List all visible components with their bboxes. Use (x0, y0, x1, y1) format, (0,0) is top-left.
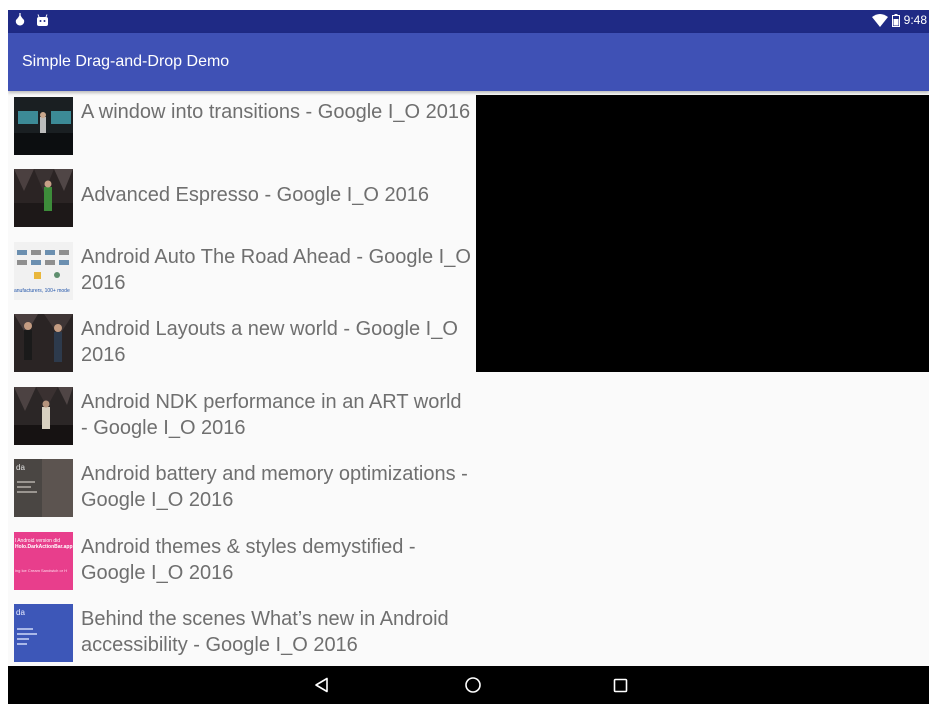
video-title: Android themes & styles demystified - Go… (81, 536, 416, 584)
video-list-item[interactable]: l Android version did Holo.DarkActionBar… (14, 528, 474, 594)
video-list-item[interactable]: Advanced Espresso - Google I_O 2016 (14, 165, 474, 231)
home-circle-icon (465, 677, 481, 693)
battery-icon (891, 13, 900, 27)
pink-slide-icon: l Android version did Holo.DarkActionBar… (14, 532, 73, 590)
recents-square-icon (613, 678, 627, 692)
speakers-icon (14, 314, 73, 372)
status-bar: 9:48 (8, 10, 929, 33)
android-robot-icon (37, 13, 48, 26)
blue-slide-icon: da (14, 604, 73, 662)
video-title: Android battery and memory optimizations… (81, 463, 468, 511)
video-list-item[interactable]: anufacturers, 100+ mode Android Auto The… (14, 238, 474, 304)
thumb-caption: ing Ice Cream Sandwich or H (15, 568, 68, 573)
video-title: A window into transitions - Google I_O 2… (81, 101, 471, 123)
video-player-drop-target[interactable] (476, 95, 929, 372)
video-list[interactable]: A window into transitions - Google I_O 2… (8, 93, 476, 666)
video-list-item[interactable]: A window into transitions - Google I_O 2… (14, 93, 474, 159)
app-bar: Simple Drag-and-Drop Demo (8, 33, 929, 91)
video-list-item[interactable]: Android Layouts a new world - Google I_O… (14, 310, 474, 376)
stage-icon (14, 97, 73, 155)
video-list-item[interactable]: da Behind the scenes What’s new in Andro… (14, 600, 474, 666)
video-title: Android Auto The Road Ahead - Google I_O… (81, 246, 471, 294)
video-title: Behind the scenes What’s new in Android … (81, 608, 449, 656)
video-title: Android NDK performance in an ART world … (81, 391, 462, 439)
app-title: Simple Drag-and-Drop Demo (22, 53, 230, 70)
video-title: Android Layouts a new world - Google I_O… (81, 318, 458, 366)
speaker-icon (14, 387, 73, 445)
video-title: Advanced Espresso - Google I_O 2016 (81, 184, 429, 206)
video-list-item[interactable]: da Android battery and memory optimizati… (14, 455, 474, 521)
thumb-caption: da (16, 608, 25, 617)
back-button[interactable] (302, 666, 342, 704)
back-triangle-icon (315, 677, 328, 693)
thumb-caption: Holo.DarkActionBar.app (15, 544, 73, 550)
notification-drop-icon (15, 13, 25, 26)
thumb-caption: anufacturers, 100+ mode (14, 288, 70, 294)
status-time: 9:48 (903, 13, 927, 27)
home-button[interactable] (453, 666, 493, 704)
slide-icon: anufacturers, 100+ mode (14, 242, 73, 300)
thumb-caption: da (16, 463, 25, 472)
dark-slide-icon: da (14, 459, 73, 517)
status-system: 9:48 (871, 13, 927, 27)
video-list-item[interactable]: Android NDK performance in an ART world … (14, 383, 474, 449)
wifi-icon (871, 13, 888, 27)
speaker-icon (14, 169, 73, 227)
navigation-bar (8, 666, 929, 704)
status-notifications (14, 13, 49, 27)
recents-button[interactable] (600, 666, 640, 704)
device-screen: 9:48 Simple Drag-and-Drop Demo A window … (8, 10, 929, 704)
